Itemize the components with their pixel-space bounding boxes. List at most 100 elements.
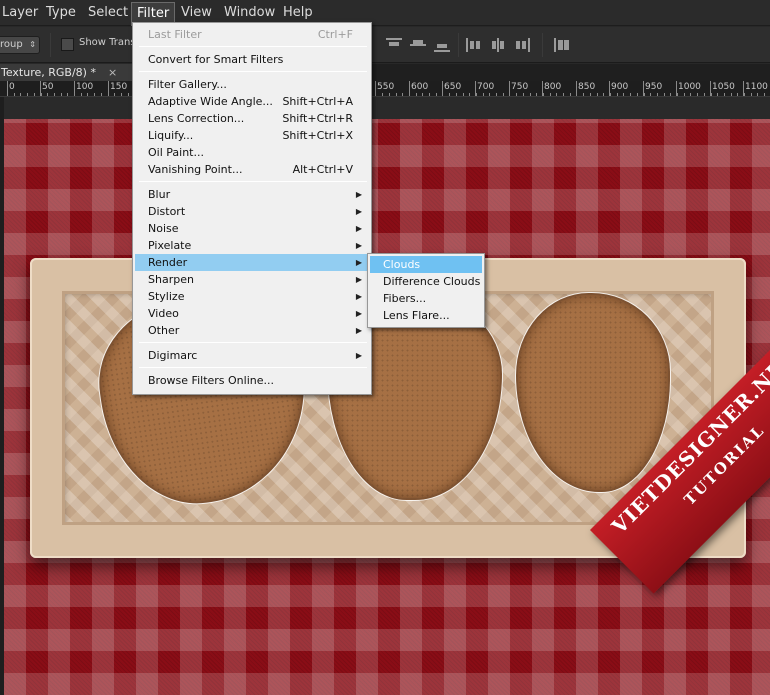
menu-item-shortcut: Shift+Ctrl+X	[282, 129, 353, 142]
align-horizontal-centers-icon[interactable]	[490, 38, 506, 52]
menu-item-label: Other	[148, 324, 180, 337]
align-vertical-centers-icon[interactable]	[410, 38, 426, 52]
ruler-label: 100	[76, 82, 94, 92]
ruler-tick	[536, 93, 537, 96]
options-divider	[542, 33, 543, 57]
ruler-tick	[657, 93, 658, 96]
ruler-tick	[483, 93, 484, 96]
submenu-arrow-icon: ▶	[355, 326, 362, 335]
ruler-tick	[670, 93, 671, 96]
ruler-label: 850	[578, 82, 596, 92]
filter-menu-item-oil-paint[interactable]: Oil Paint...	[135, 144, 369, 161]
ruler-tick	[389, 93, 390, 96]
ruler-major-tick	[7, 81, 8, 96]
render-submenu-item-lens-flare[interactable]: Lens Flare...	[370, 307, 482, 324]
menu-item-label: Pixelate	[148, 239, 192, 252]
ruler-tick	[563, 93, 564, 96]
menu-select[interactable]: Select	[83, 0, 133, 26]
filter-menu-item-last-filter[interactable]: Last Filter Ctrl+F	[135, 26, 369, 43]
filter-menu-item-liquify[interactable]: Liquify... Shift+Ctrl+X	[135, 127, 369, 144]
menu-item-label: Sharpen	[148, 273, 194, 286]
filter-menu-item-video[interactable]: Video ▶	[135, 305, 369, 322]
ruler-tick	[449, 93, 450, 96]
ruler-major-tick	[609, 81, 610, 96]
ruler-tick	[128, 93, 129, 96]
filter-menu-item-lens-correction[interactable]: Lens Correction... Shift+Ctrl+R	[135, 110, 369, 127]
menu-item-label: Digimarc	[148, 349, 198, 362]
menu-item-label: Distort	[148, 205, 186, 218]
ruler-major-tick	[375, 81, 376, 96]
menu-type[interactable]: Type	[41, 0, 81, 26]
render-submenu: Clouds Difference Clouds Fibers... Lens Fla…	[367, 253, 485, 328]
ruler-tick	[731, 93, 732, 96]
render-submenu-item-clouds[interactable]: Clouds	[370, 256, 482, 273]
filter-menu-item-adaptive-wide-angle[interactable]: Adaptive Wide Angle... Shift+Ctrl+A	[135, 93, 369, 110]
filter-menu-item-browse-filters-online[interactable]: Browse Filters Online...	[135, 372, 369, 389]
ruler-tick	[650, 93, 651, 96]
show-transform-checkbox[interactable]	[61, 38, 74, 51]
filter-menu-item-distort[interactable]: Distort ▶	[135, 203, 369, 220]
filter-menu-item-other[interactable]: Other ▶	[135, 322, 369, 339]
ruler-tick	[87, 93, 88, 96]
ruler-tick	[637, 93, 638, 96]
ruler-tick	[664, 93, 665, 96]
align-bottom-edges-icon[interactable]	[434, 38, 450, 52]
menubar: Layer Type Select Filter View Window Help	[0, 0, 770, 26]
ruler-tick	[597, 93, 598, 96]
ruler-label: 550	[377, 82, 395, 92]
menu-separator	[139, 46, 367, 47]
menu-separator	[139, 342, 367, 343]
ruler-tick	[469, 93, 470, 96]
ruler-label: 1100	[745, 82, 768, 92]
submenu-arrow-icon: ▶	[355, 224, 362, 233]
ruler-tick	[54, 93, 55, 96]
filter-menu-item-blur[interactable]: Blur ▶	[135, 186, 369, 203]
align-right-edges-icon[interactable]	[514, 38, 530, 52]
ruler-tick	[690, 93, 691, 96]
filter-menu-item-digimarc[interactable]: Digimarc ▶	[135, 347, 369, 364]
menu-item-label: Lens Flare...	[383, 309, 450, 322]
ruler-tick	[121, 93, 122, 96]
ruler-major-tick	[576, 81, 577, 96]
ruler-tick	[610, 93, 611, 96]
ruler-major-tick	[409, 81, 410, 96]
autoselect-dropdown[interactable]: roup ⇕	[0, 36, 40, 54]
close-tab-icon[interactable]: ×	[108, 64, 120, 81]
render-submenu-item-fibers[interactable]: Fibers...	[370, 290, 482, 307]
menu-item-label: Difference Clouds	[383, 275, 481, 288]
ruler-tick	[583, 93, 584, 96]
menu-separator	[139, 181, 367, 182]
filter-menu-item-convert-for-smart-filters[interactable]: Convert for Smart Filters	[135, 51, 369, 68]
ruler-tick	[623, 93, 624, 96]
ruler-tick	[422, 93, 423, 96]
align-left-edges-icon[interactable]	[466, 38, 482, 52]
ruler-tick	[402, 93, 403, 96]
ruler-tick	[677, 93, 678, 96]
filter-menu-item-filter-gallery[interactable]: Filter Gallery...	[135, 76, 369, 93]
ruler-tick	[757, 93, 758, 96]
align-top-edges-icon[interactable]	[386, 38, 402, 52]
filter-menu-item-stylize[interactable]: Stylize ▶	[135, 288, 369, 305]
horizontal-ruler: 0 50 100 150 550 600 650 700 750 800 850 900 950 1000…	[0, 81, 770, 97]
render-submenu-item-difference-clouds[interactable]: Difference Clouds	[370, 273, 482, 290]
menu-item-label: Render	[148, 256, 188, 269]
filter-menu-item-sharpen[interactable]: Sharpen ▶	[135, 271, 369, 288]
filter-menu-item-vanishing-point[interactable]: Vanishing Point... Alt+Ctrl+V	[135, 161, 369, 178]
submenu-arrow-icon: ▶	[355, 207, 362, 216]
menu-layer[interactable]: Layer	[0, 0, 43, 26]
ruler-tick	[516, 93, 517, 96]
filter-menu-item-pixelate[interactable]: Pixelate ▶	[135, 237, 369, 254]
ruler-label: 0	[9, 82, 15, 92]
ruler-tick	[630, 93, 631, 96]
ruler-tick	[81, 93, 82, 96]
ruler-tick	[20, 93, 21, 96]
auto-align-layers-icon[interactable]	[554, 38, 570, 52]
ruler-tick	[489, 93, 490, 96]
filter-menu-item-noise[interactable]: Noise ▶	[135, 220, 369, 237]
submenu-arrow-icon: ▶	[355, 309, 362, 318]
ruler-label: 750	[511, 82, 529, 92]
ruler-tick	[14, 93, 15, 96]
submenu-arrow-icon: ▶	[355, 275, 362, 284]
filter-menu-item-render[interactable]: Render ▶	[135, 254, 369, 271]
menu-item-label: Vanishing Point...	[148, 163, 243, 176]
